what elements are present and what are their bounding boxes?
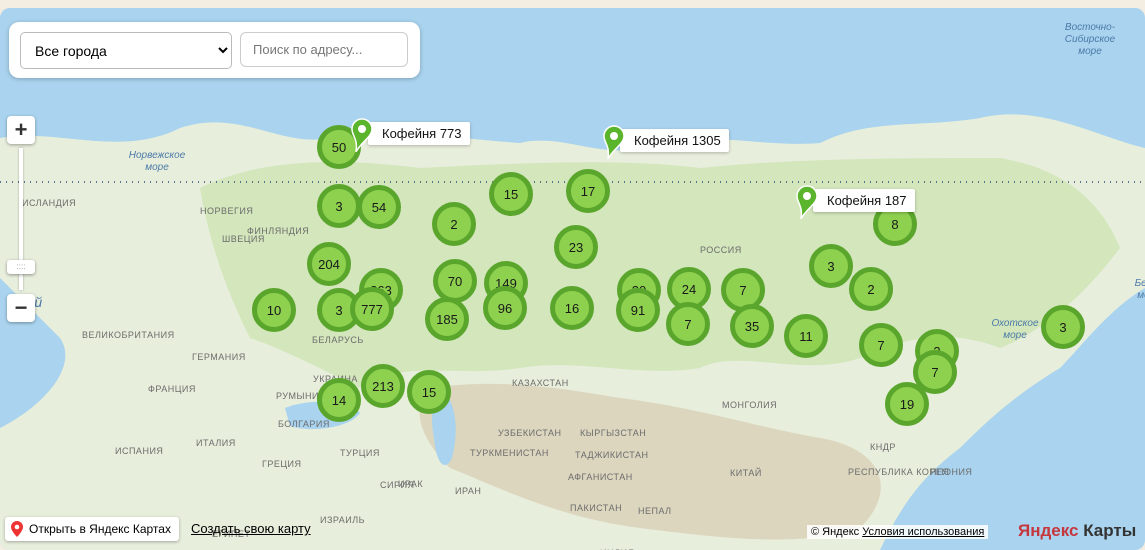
cluster-marker[interactable]: 23 bbox=[554, 225, 598, 269]
zoom-out-button[interactable]: − bbox=[7, 294, 35, 322]
cluster-marker[interactable]: 2 bbox=[432, 202, 476, 246]
zoom-in-button[interactable]: + bbox=[7, 116, 35, 144]
cluster-marker[interactable]: 17 bbox=[566, 169, 610, 213]
cluster-marker[interactable]: 204 bbox=[307, 242, 351, 286]
map-label: ИСПАНИЯ bbox=[115, 446, 164, 456]
filter-panel: Все города bbox=[9, 22, 420, 78]
map-canvas[interactable]: ский ИСЛАНДИЯНОРВЕГИЯШВЕЦИЯФИНЛЯНДИЯВЕЛИ… bbox=[0, 8, 1145, 550]
cluster-marker[interactable]: 15 bbox=[489, 172, 533, 216]
sea-label: Охотское море bbox=[991, 318, 1039, 341]
map-label: ПАКИСТАН bbox=[570, 503, 623, 513]
open-in-yandex-maps-button[interactable]: Открыть в Яндекс Картах bbox=[5, 517, 179, 541]
map-label: МОНГОЛИЯ bbox=[722, 400, 778, 410]
map-pin-icon bbox=[796, 185, 818, 219]
map-label: ТУРКМЕНИСТАН bbox=[470, 448, 549, 458]
map-label: ГРЕЦИЯ bbox=[262, 459, 302, 469]
map-label: ГЕРМАНИЯ bbox=[192, 352, 246, 362]
map-label: НОРВЕГИЯ bbox=[200, 206, 254, 216]
pin-label: Кофейня 773 bbox=[368, 122, 470, 145]
map-label: ТУРЦИЯ bbox=[340, 448, 380, 458]
map-label: ИЗРАИЛЬ bbox=[320, 515, 366, 525]
cluster-marker[interactable]: 11 bbox=[784, 314, 828, 358]
address-search-input[interactable] bbox=[240, 32, 408, 67]
map-label: ЯПОНИЯ bbox=[930, 467, 973, 477]
cluster-marker[interactable]: 2 bbox=[849, 267, 893, 311]
cluster-marker[interactable]: 96 bbox=[483, 286, 527, 330]
map-base bbox=[0, 114, 1145, 550]
map-label: КНДР bbox=[870, 442, 896, 452]
cluster-marker[interactable]: 16 bbox=[550, 286, 594, 330]
zoom-slider-thumb[interactable]: :::: bbox=[7, 260, 35, 274]
cluster-marker[interactable]: 15 bbox=[407, 370, 451, 414]
cluster-marker[interactable]: 185 bbox=[425, 297, 469, 341]
sea-label: Норвежское море bbox=[128, 150, 186, 173]
cluster-marker[interactable]: 91 bbox=[616, 288, 660, 332]
cluster-marker[interactable]: 3 bbox=[317, 184, 361, 228]
copyright-text: © Яндекс bbox=[811, 526, 860, 538]
map-label: БЕЛАРУСЬ bbox=[312, 335, 364, 345]
cluster-marker[interactable]: 14 bbox=[317, 378, 361, 422]
map-pin-icon bbox=[11, 521, 23, 537]
map-label: ИСЛАНДИЯ bbox=[22, 198, 77, 208]
cluster-marker[interactable]: 213 bbox=[361, 364, 405, 408]
map-label: ФИНЛЯНДИЯ bbox=[247, 226, 310, 236]
map-label: ИТАЛИЯ bbox=[196, 438, 236, 448]
map-label: ФРАНЦИЯ bbox=[148, 384, 196, 394]
cluster-marker[interactable]: 10 bbox=[252, 288, 296, 332]
copyright: © Яндекс Условия использования bbox=[807, 525, 989, 539]
cluster-marker[interactable]: 7 bbox=[666, 302, 710, 346]
create-map-link[interactable]: Создать свою карту bbox=[191, 521, 311, 536]
map-label: ВЕЛИКОБРИТАНИЯ bbox=[82, 330, 175, 340]
cluster-marker[interactable]: 54 bbox=[357, 185, 401, 229]
pin-label: Кофейня 1305 bbox=[620, 129, 729, 152]
open-in-maps-label: Открыть в Яндекс Картах bbox=[29, 522, 171, 536]
logo-yandex: Яндекс bbox=[1018, 521, 1079, 540]
map-label: РОССИЯ bbox=[700, 245, 742, 255]
cluster-marker[interactable]: 7 bbox=[859, 323, 903, 367]
map-label: НЕПАЛ bbox=[638, 506, 672, 516]
map-label: КЫРГЫЗСТАН bbox=[580, 428, 647, 438]
map-pin-icon bbox=[351, 118, 373, 152]
logo-maps: Карты bbox=[1078, 521, 1137, 540]
pin-label: Кофейня 187 bbox=[813, 189, 915, 212]
cluster-marker[interactable]: 19 bbox=[885, 382, 929, 426]
map-label: ИРАН bbox=[455, 486, 482, 496]
cluster-marker[interactable]: 777 bbox=[350, 287, 394, 331]
map-label: КАЗАХСТАН bbox=[512, 378, 569, 388]
cluster-marker[interactable]: 3 bbox=[1041, 305, 1085, 349]
map-pin-icon bbox=[603, 125, 625, 159]
map-label: ТАДЖИКИСТАН bbox=[575, 450, 649, 460]
map-label: АФГАНИСТАН bbox=[568, 472, 633, 482]
map-label: УЗБЕКИСТАН bbox=[498, 428, 562, 438]
cluster-marker[interactable]: 70 bbox=[433, 259, 477, 303]
map-label: БОЛГАРИЯ bbox=[278, 419, 330, 429]
city-select[interactable]: Все города bbox=[20, 32, 232, 69]
terms-link[interactable]: Условия использования bbox=[862, 526, 984, 538]
cluster-marker[interactable]: 3 bbox=[809, 244, 853, 288]
sea-label: Беринморе bbox=[1134, 278, 1145, 301]
sea-label: Восточно- Сибирское море bbox=[1064, 22, 1116, 57]
map-label: ИРАК bbox=[398, 479, 424, 489]
cluster-marker[interactable]: 35 bbox=[730, 304, 774, 348]
yandex-maps-logo[interactable]: Яндекс Карты bbox=[1018, 521, 1136, 541]
map-label: КИТАЙ bbox=[730, 468, 762, 478]
